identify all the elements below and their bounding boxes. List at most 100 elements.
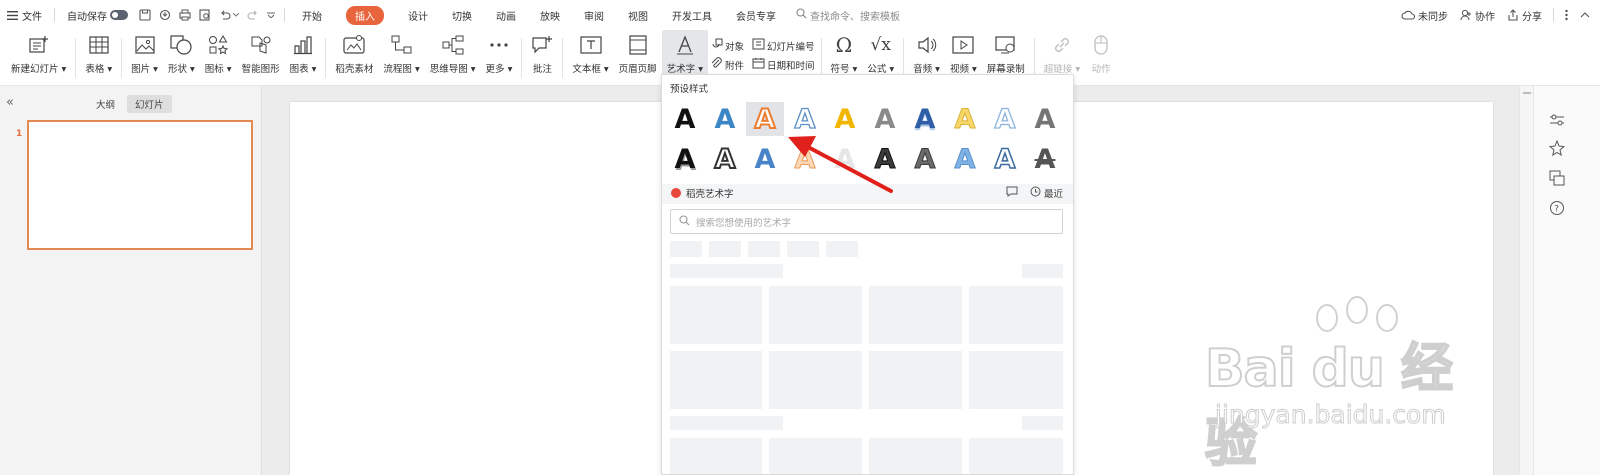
wordart-style-17[interactable]: A <box>906 142 944 176</box>
wordart-search-input[interactable]: 搜索您想使用的艺术字 <box>670 209 1063 234</box>
smart-art-button[interactable]: 智能图形 <box>237 30 285 80</box>
transition-button[interactable] <box>1548 170 1566 188</box>
mouse-icon <box>1090 34 1112 56</box>
vertical-scrollbar[interactable] <box>1519 86 1533 475</box>
video-button[interactable]: 视频 ▾ <box>945 30 982 80</box>
skeleton-card <box>869 351 962 409</box>
mindmap-button[interactable]: 思维导图 ▾ <box>425 30 481 80</box>
print-button[interactable] <box>175 0 195 30</box>
tab-home[interactable]: 开始 <box>290 0 334 30</box>
symbol-button[interactable]: Ω 符号 ▾ <box>826 30 863 80</box>
table-button[interactable]: 表格 ▾ <box>80 30 117 80</box>
wordart-style-7[interactable]: A <box>906 102 944 136</box>
shape-label: 形状 ▾ <box>167 64 195 75</box>
redo-button[interactable] <box>243 0 263 30</box>
wordart-style-5[interactable]: A <box>826 102 864 136</box>
slide-number-button[interactable]: 幻灯片编号 <box>752 36 815 55</box>
file-menu[interactable]: 文件 <box>0 0 49 30</box>
more-button[interactable]: 更多 ▾ <box>481 30 518 80</box>
icon-button[interactable]: 图标 ▾ <box>200 30 237 80</box>
header-footer-button[interactable]: 页眉页脚 <box>614 30 662 80</box>
divider <box>562 38 564 78</box>
skeleton-chip <box>826 241 858 257</box>
tab-transitions[interactable]: 切换 <box>440 0 484 30</box>
flowchart-icon <box>391 34 413 56</box>
object-button[interactable]: 对象 <box>710 36 744 55</box>
wordart-style-6[interactable]: A <box>866 102 904 136</box>
help-button[interactable]: ? <box>1548 200 1566 218</box>
tab-outline[interactable]: 大纲 <box>88 95 123 113</box>
wordart-style-18[interactable]: A <box>946 142 984 176</box>
screen-record-button[interactable]: 屏幕录制 <box>982 30 1030 80</box>
hyperlink-button[interactable]: 超链接 ▾ <box>1039 30 1085 80</box>
collapse-ribbon-button[interactable] <box>1574 0 1600 30</box>
audio-button[interactable]: 音频 ▾ <box>908 30 945 80</box>
export-pdf-button[interactable] <box>155 0 175 30</box>
slide-thumbnail[interactable] <box>27 120 253 250</box>
print-preview-button[interactable] <box>195 0 215 30</box>
docer-material-button[interactable]: 稻壳素材 <box>330 30 378 80</box>
table-label: 表格 ▾ <box>85 64 113 75</box>
comment-button[interactable]: 批注 <box>526 30 558 80</box>
label-text: 更多 <box>485 64 505 75</box>
properties-button[interactable] <box>1548 112 1566 130</box>
wordart-button[interactable]: 艺术字 ▾ <box>661 30 708 80</box>
recent-button[interactable]: 最近 <box>1030 186 1063 200</box>
command-search[interactable]: 查找命令、搜索模板 <box>796 8 900 23</box>
wordart-style-20[interactable]: A <box>1026 142 1064 176</box>
date-time-button[interactable]: 日期和时间 <box>752 55 815 74</box>
wordart-style-2[interactable]: A <box>706 102 744 136</box>
tab-slides[interactable]: 幻灯片 <box>127 95 172 113</box>
tab-view[interactable]: 视图 <box>616 0 660 30</box>
wordart-style-10[interactable]: A <box>1026 102 1064 136</box>
wordart-style-14[interactable]: A <box>786 142 824 176</box>
wordart-style-13[interactable]: A <box>746 142 784 176</box>
scroll-up-arrow-icon[interactable] <box>1523 92 1531 94</box>
collab-label: 协作 <box>1475 11 1495 23</box>
undo-button[interactable] <box>215 0 243 30</box>
tab-review[interactable]: 审阅 <box>572 0 616 30</box>
new-slide-button[interactable]: 新建幻灯片 ▾ <box>6 30 71 80</box>
tab-developer[interactable]: 开发工具 <box>660 0 724 30</box>
wordart-style-8[interactable]: A <box>946 102 984 136</box>
object-icon <box>710 38 725 53</box>
tab-label: 切换 <box>452 11 472 23</box>
wordart-style-19[interactable]: A <box>986 142 1024 176</box>
slides-pane: « 大纲 幻灯片 1 <box>0 86 262 475</box>
animation-button[interactable] <box>1548 139 1566 158</box>
wordart-style-16[interactable]: A <box>866 142 904 176</box>
wordart-style-11[interactable]: A <box>666 142 704 176</box>
wordart-style-12[interactable]: A <box>706 142 744 176</box>
tab-insert[interactable]: 插入 <box>334 0 396 30</box>
new-slide-icon <box>28 34 50 56</box>
more-options-button[interactable] <box>1559 0 1574 30</box>
wordart-style-9[interactable]: A <box>986 102 1024 136</box>
chart-button[interactable]: 图表 ▾ <box>285 30 322 80</box>
autosave-toggle[interactable]: 自动保存 <box>60 0 135 30</box>
screen-record-icon <box>995 34 1017 56</box>
save-button[interactable] <box>135 0 155 30</box>
collapse-pane-button[interactable]: « <box>6 95 14 110</box>
customize-quick-access-button[interactable] <box>263 0 279 30</box>
wordart-style-4[interactable]: A <box>786 102 824 136</box>
video-icon <box>952 34 974 56</box>
share-button[interactable]: 分享 <box>1501 0 1548 30</box>
tab-design[interactable]: 设计 <box>396 0 440 30</box>
tab-animation[interactable]: 动画 <box>484 0 528 30</box>
picture-button[interactable]: 图片 ▾ <box>126 30 163 80</box>
action-button[interactable]: 动作 <box>1085 30 1117 80</box>
wordart-style-3[interactable]: A <box>746 102 784 136</box>
textbox-button[interactable]: 文本框 ▾ <box>567 30 613 80</box>
attachment-button[interactable]: 附件 <box>710 55 744 74</box>
tab-slideshow[interactable]: 放映 <box>528 0 572 30</box>
tab-member[interactable]: 会员专享 <box>724 0 788 30</box>
collab-button[interactable]: 协作 <box>1454 0 1501 30</box>
wordart-style-15[interactable]: A <box>826 142 864 176</box>
feedback-button[interactable] <box>1006 186 1018 200</box>
shape-icon <box>170 34 192 56</box>
flowchart-button[interactable]: 流程图 ▾ <box>378 30 424 80</box>
shape-button[interactable]: 形状 ▾ <box>163 30 200 80</box>
formula-button[interactable]: √x 公式 ▾ <box>862 30 899 80</box>
sync-status-button[interactable]: 未同步 <box>1395 0 1454 30</box>
wordart-style-1[interactable]: A <box>666 102 704 136</box>
